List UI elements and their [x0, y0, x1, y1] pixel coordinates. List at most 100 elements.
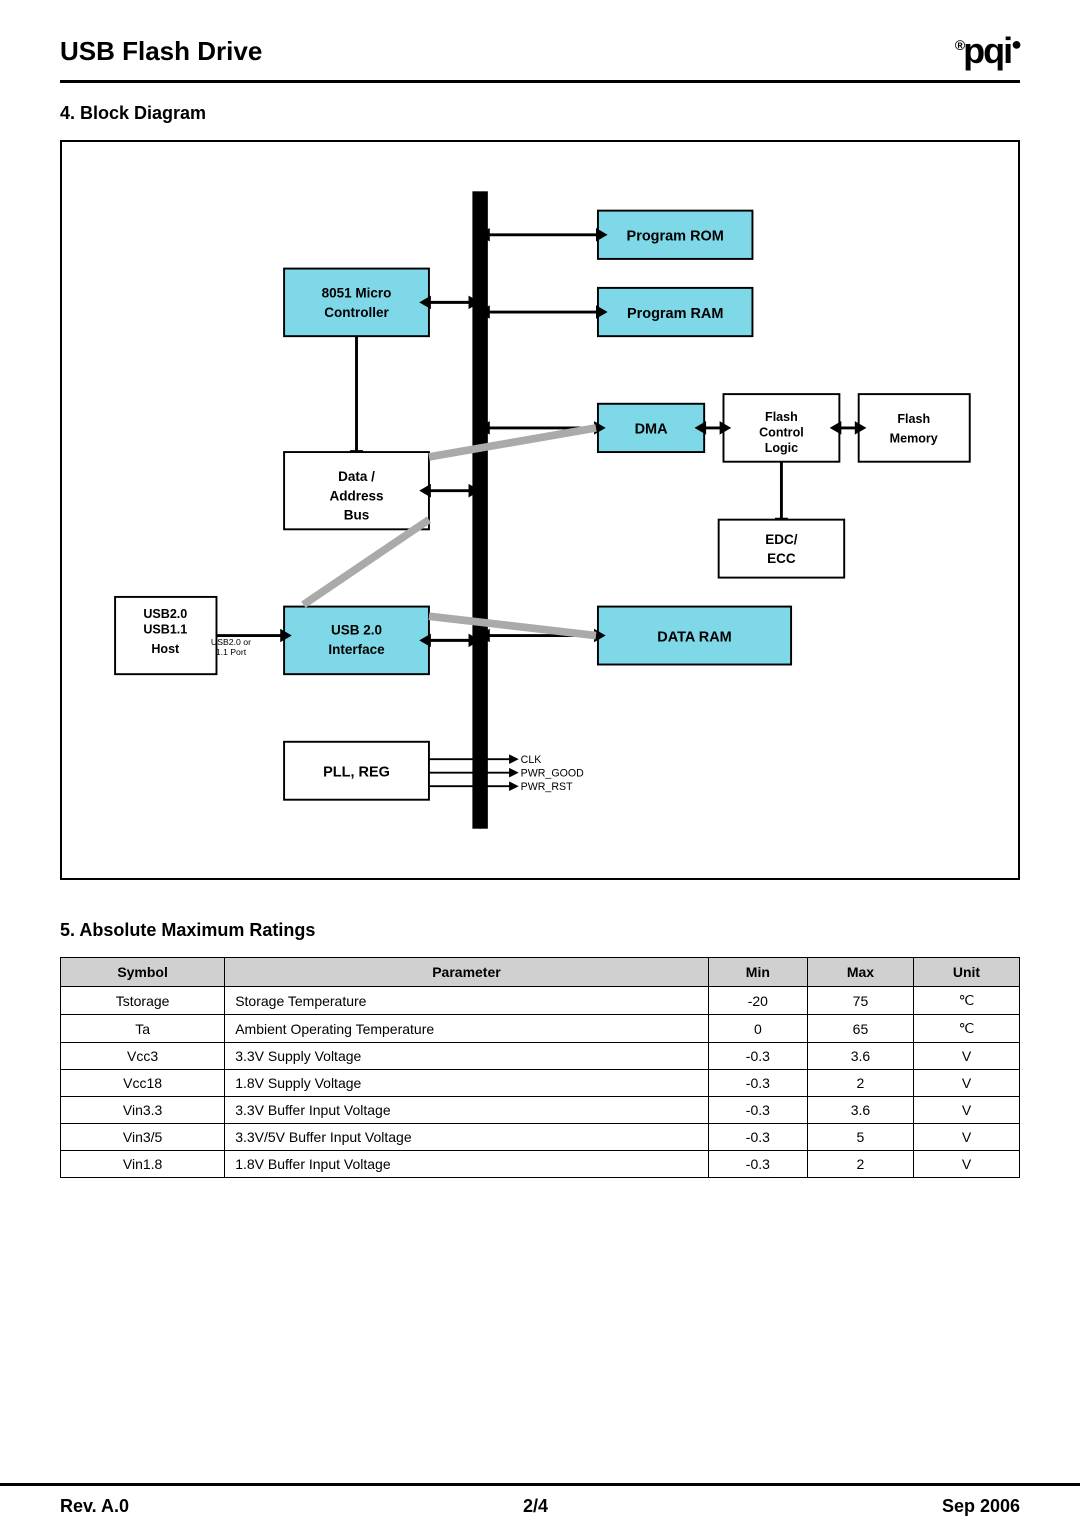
table-cell: Vin3/5 — [61, 1124, 225, 1151]
pll-reg-label: PLL, REG — [323, 765, 390, 781]
table-row: Vin3.33.3V Buffer Input Voltage-0.33.6V — [61, 1097, 1020, 1124]
micro-controller-box — [284, 269, 429, 337]
flash-memory-box — [859, 394, 970, 462]
table-cell: 3.3V/5V Buffer Input Voltage — [225, 1124, 709, 1151]
usb-interface-box — [284, 607, 429, 675]
dma-label: DMA — [635, 422, 669, 438]
arrowhead-pll-clk — [509, 754, 519, 764]
table-cell: V — [913, 1043, 1019, 1070]
pwr-rst-label: PWR_RST — [521, 781, 573, 793]
table-cell: -0.3 — [708, 1151, 807, 1178]
flash-control-label2: Control — [759, 426, 804, 440]
table-cell: -0.3 — [708, 1124, 807, 1151]
table-cell: 2 — [807, 1151, 913, 1178]
program-rom-label: Program ROM — [627, 229, 724, 245]
footer-rev: Rev. A.0 — [60, 1496, 129, 1517]
footer-date: Sep 2006 — [942, 1496, 1020, 1517]
block-diagram-svg: Program ROM Program RAM 8051 Micro Contr… — [82, 172, 998, 848]
table-cell: -0.3 — [708, 1070, 807, 1097]
table-cell: ℃ — [913, 987, 1019, 1015]
gray-arrow-usb-dr — [429, 616, 596, 635]
block-diagram-heading: 4. Block Diagram — [60, 103, 1020, 124]
table-cell: -0.3 — [708, 1043, 807, 1070]
table-row: Vin1.81.8V Buffer Input Voltage-0.32V — [61, 1151, 1020, 1178]
table-cell: 0 — [708, 1015, 807, 1043]
table-row: TaAmbient Operating Temperature065℃ — [61, 1015, 1020, 1043]
table-row: Vcc33.3V Supply Voltage-0.33.6V — [61, 1043, 1020, 1070]
flash-memory-label2: Memory — [890, 431, 938, 445]
flash-control-label3: Logic — [765, 441, 798, 455]
gray-arrow-dab-dma — [429, 428, 596, 457]
usb-host-label3: Host — [151, 642, 180, 656]
table-cell: V — [913, 1124, 1019, 1151]
table-cell: 3.6 — [807, 1043, 913, 1070]
usb-host-label2: USB1.1 — [143, 623, 187, 637]
data-address-label1: Data / — [338, 469, 375, 484]
table-cell: 1.8V Supply Voltage — [225, 1070, 709, 1097]
data-address-label2: Address — [329, 488, 383, 503]
table-cell: 5 — [807, 1124, 913, 1151]
table-header-row: Symbol Parameter Min Max Unit — [61, 958, 1020, 987]
usb-port-label1: USB2.0 or — [211, 637, 251, 647]
pwr-good-label: PWR_GOOD — [521, 768, 584, 780]
table-cell: Vin1.8 — [61, 1151, 225, 1178]
ratings-section: 5. Absolute Maximum Ratings Symbol Param… — [60, 920, 1020, 1178]
block-diagram-container: Program ROM Program RAM 8051 Micro Contr… — [60, 140, 1020, 880]
table-row: TstorageStorage Temperature-2075℃ — [61, 987, 1020, 1015]
vertical-bus — [472, 191, 487, 828]
usb-interface-label2: Interface — [328, 642, 385, 657]
table-cell: Tstorage — [61, 987, 225, 1015]
col-unit: Unit — [913, 958, 1019, 987]
col-symbol: Symbol — [61, 958, 225, 987]
arrowhead-pll-pwrrst — [509, 781, 519, 791]
page-title: USB Flash Drive — [60, 36, 262, 67]
usb-port-label2: 1.1 Port — [216, 647, 247, 657]
page-header: USB Flash Drive ®pqi● — [60, 30, 1020, 83]
micro-controller-label2: Controller — [324, 305, 389, 320]
ecc-label: ECC — [767, 551, 796, 566]
arrowhead-pll-pwrgood — [509, 768, 519, 778]
gray-arrow-dab-usb — [303, 520, 429, 605]
logo: ®pqi● — [955, 30, 1020, 72]
table-cell: 3.3V Buffer Input Voltage — [225, 1097, 709, 1124]
ratings-table-body: TstorageStorage Temperature-2075℃TaAmbie… — [61, 987, 1020, 1178]
table-cell: -20 — [708, 987, 807, 1015]
table-cell: 3.6 — [807, 1097, 913, 1124]
table-row: Vcc181.8V Supply Voltage-0.32V — [61, 1070, 1020, 1097]
table-cell: V — [913, 1070, 1019, 1097]
table-cell: 75 — [807, 987, 913, 1015]
table-cell: V — [913, 1151, 1019, 1178]
logo-reg: ® — [955, 37, 963, 53]
table-cell: Ta — [61, 1015, 225, 1043]
micro-controller-label1: 8051 Micro — [322, 286, 392, 301]
table-cell: Ambient Operating Temperature — [225, 1015, 709, 1043]
usb-host-label1: USB2.0 — [143, 607, 187, 621]
data-address-label3: Bus — [344, 508, 370, 523]
table-cell: Vcc18 — [61, 1070, 225, 1097]
ratings-table: Symbol Parameter Min Max Unit TstorageSt… — [60, 957, 1020, 1178]
data-ram-label: DATA RAM — [657, 629, 731, 645]
page-footer: Rev. A.0 2/4 Sep 2006 — [0, 1483, 1080, 1527]
table-cell: 1.8V Buffer Input Voltage — [225, 1151, 709, 1178]
clk-label: CLK — [521, 754, 542, 766]
table-row: Vin3/53.3V/5V Buffer Input Voltage-0.35V — [61, 1124, 1020, 1151]
table-cell: Vcc3 — [61, 1043, 225, 1070]
col-max: Max — [807, 958, 913, 987]
edc-ecc-box — [719, 520, 845, 578]
logo-dot: ● — [1011, 34, 1020, 54]
table-cell: V — [913, 1097, 1019, 1124]
program-ram-label: Program RAM — [627, 306, 723, 322]
table-cell: 2 — [807, 1070, 913, 1097]
table-cell: -0.3 — [708, 1097, 807, 1124]
usb-interface-label1: USB 2.0 — [331, 623, 382, 638]
ratings-heading: 5. Absolute Maximum Ratings — [60, 920, 1020, 941]
footer-page: 2/4 — [523, 1496, 548, 1517]
edc-label: EDC/ — [765, 532, 798, 547]
col-parameter: Parameter — [225, 958, 709, 987]
col-min: Min — [708, 958, 807, 987]
table-cell: Storage Temperature — [225, 987, 709, 1015]
flash-memory-label1: Flash — [897, 412, 930, 426]
table-cell: 65 — [807, 1015, 913, 1043]
table-cell: Vin3.3 — [61, 1097, 225, 1124]
block-diagram-section: 4. Block Diagram Program ROM Program RAM — [60, 103, 1020, 880]
